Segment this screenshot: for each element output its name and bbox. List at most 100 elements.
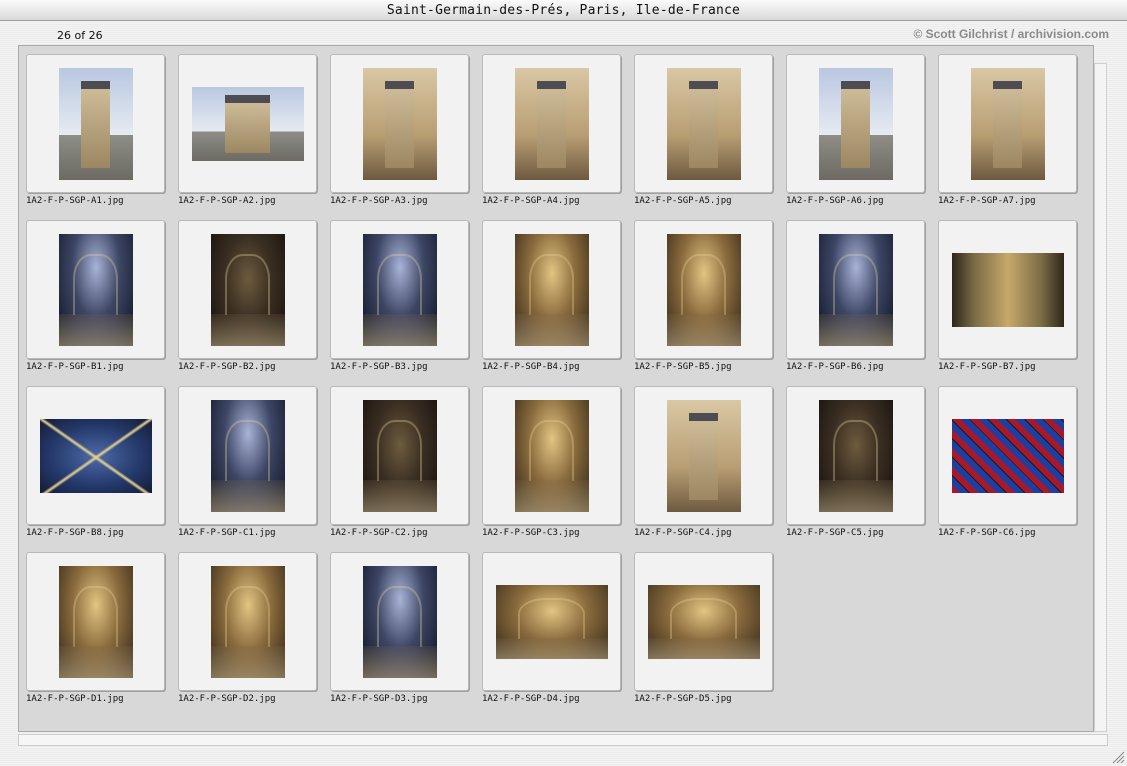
thumbnail-caption: 1A2-F-P-SGP-B6.jpg: [786, 362, 884, 372]
thumbnail-image[interactable]: [362, 233, 437, 346]
thumbnail-item[interactable]: 1A2-F-P-SGP-B2.jpg: [178, 220, 318, 380]
thumbnail-image[interactable]: [210, 233, 285, 346]
thumbnail-image[interactable]: [210, 565, 285, 678]
window-title: Saint-Germain-des-Prés, Paris, Ile-de-Fr…: [0, 0, 1127, 21]
thumbnail-item[interactable]: 1A2-F-P-SGP-C3.jpg: [482, 386, 622, 546]
thumbnail-item[interactable]: 1A2-F-P-SGP-B4.jpg: [482, 220, 622, 380]
thumbnail-frame[interactable]: [482, 220, 621, 359]
thumbnail-frame[interactable]: [26, 386, 165, 525]
thumbnail-frame[interactable]: [786, 220, 925, 359]
thumbnail-item[interactable]: 1A2-F-P-SGP-A1.jpg: [26, 54, 166, 214]
thumbnail-caption: 1A2-F-P-SGP-B7.jpg: [938, 362, 1036, 372]
thumbnail-caption: 1A2-F-P-SGP-A7.jpg: [938, 196, 1036, 206]
thumbnail-item[interactable]: 1A2-F-P-SGP-D3.jpg: [330, 552, 470, 712]
thumbnail-item[interactable]: 1A2-F-P-SGP-A6.jpg: [786, 54, 926, 214]
thumbnail-frame[interactable]: [786, 386, 925, 525]
thumbnail-item[interactable]: 1A2-F-P-SGP-D2.jpg: [178, 552, 318, 712]
thumbnail-image[interactable]: [210, 399, 285, 512]
thumbnail-item[interactable]: 1A2-F-P-SGP-A5.jpg: [634, 54, 774, 214]
thumbnail-image[interactable]: [58, 67, 133, 180]
thumbnail-image[interactable]: [495, 584, 608, 659]
thumbnail-item[interactable]: 1A2-F-P-SGP-D5.jpg: [634, 552, 774, 712]
thumbnail-frame[interactable]: [482, 552, 621, 691]
thumbnail-image[interactable]: [39, 418, 152, 493]
horizontal-scrollbar[interactable]: [18, 734, 1108, 746]
thumbnail-item[interactable]: 1A2-F-P-SGP-B7.jpg: [938, 220, 1078, 380]
thumbnail-item[interactable]: 1A2-F-P-SGP-C6.jpg: [938, 386, 1078, 546]
thumbnail-caption: 1A2-F-P-SGP-C3.jpg: [482, 528, 580, 538]
thumbnail-frame[interactable]: [786, 54, 925, 193]
thumbnail-image[interactable]: [362, 565, 437, 678]
thumbnail-frame[interactable]: [178, 54, 317, 193]
thumbnail-caption: 1A2-F-P-SGP-A2.jpg: [178, 196, 276, 206]
thumbnail-frame[interactable]: [178, 386, 317, 525]
thumbnail-frame[interactable]: [938, 54, 1077, 193]
thumbnail-item[interactable]: 1A2-F-P-SGP-A3.jpg: [330, 54, 470, 214]
thumbnail-frame[interactable]: [178, 552, 317, 691]
thumbnail-caption: 1A2-F-P-SGP-B4.jpg: [482, 362, 580, 372]
thumbnail-image[interactable]: [514, 233, 589, 346]
thumbnail-image[interactable]: [818, 233, 893, 346]
thumbnail-caption: 1A2-F-P-SGP-B1.jpg: [26, 362, 124, 372]
thumbnail-frame[interactable]: [482, 54, 621, 193]
thumbnail-frame[interactable]: [634, 552, 773, 691]
credit-text: © Scott Gilchrist / archivision.com: [913, 27, 1109, 41]
image-count: 26 of 26: [57, 29, 103, 42]
thumbnail-item[interactable]: 1A2-F-P-SGP-A7.jpg: [938, 54, 1078, 214]
thumbnail-caption: 1A2-F-P-SGP-B5.jpg: [634, 362, 732, 372]
thumbnail-image[interactable]: [970, 67, 1045, 180]
thumbnail-frame[interactable]: [330, 386, 469, 525]
thumbnail-image[interactable]: [58, 233, 133, 346]
thumbnail-frame[interactable]: [938, 386, 1077, 525]
thumbnail-frame[interactable]: [634, 220, 773, 359]
thumbnail-frame[interactable]: [482, 386, 621, 525]
thumbnail-frame[interactable]: [330, 220, 469, 359]
thumbnail-caption: 1A2-F-P-SGP-B2.jpg: [178, 362, 276, 372]
thumbnail-image[interactable]: [191, 86, 304, 161]
thumbnail-item[interactable]: 1A2-F-P-SGP-A4.jpg: [482, 54, 622, 214]
thumbnail-item[interactable]: 1A2-F-P-SGP-B5.jpg: [634, 220, 774, 380]
thumbnail-item[interactable]: 1A2-F-P-SGP-B8.jpg: [26, 386, 166, 546]
thumbnail-image[interactable]: [514, 67, 589, 180]
thumbnail-image[interactable]: [514, 399, 589, 512]
thumbnail-item[interactable]: 1A2-F-P-SGP-D1.jpg: [26, 552, 166, 712]
thumbnail-item[interactable]: 1A2-F-P-SGP-B3.jpg: [330, 220, 470, 380]
thumbnail-caption: 1A2-F-P-SGP-D1.jpg: [26, 694, 124, 704]
thumbnail-frame[interactable]: [330, 54, 469, 193]
thumbnail-grid: 1A2-F-P-SGP-A1.jpg 1A2-F-P-SGP-A2.jpg 1A2-…: [26, 54, 1086, 714]
thumbnail-item[interactable]: 1A2-F-P-SGP-D4.jpg: [482, 552, 622, 712]
thumbnail-frame[interactable]: [26, 552, 165, 691]
thumbnail-frame[interactable]: [178, 220, 317, 359]
thumbnail-frame[interactable]: [26, 54, 165, 193]
thumbnail-frame[interactable]: [330, 552, 469, 691]
thumbnail-caption: 1A2-F-P-SGP-D2.jpg: [178, 694, 276, 704]
thumbnail-image[interactable]: [362, 399, 437, 512]
resize-grip-icon[interactable]: [1111, 750, 1125, 764]
thumbnail-item[interactable]: 1A2-F-P-SGP-B1.jpg: [26, 220, 166, 380]
thumbnail-frame[interactable]: [634, 54, 773, 193]
thumbnail-frame[interactable]: [26, 220, 165, 359]
thumbnail-item[interactable]: 1A2-F-P-SGP-C4.jpg: [634, 386, 774, 546]
thumbnail-item[interactable]: 1A2-F-P-SGP-C2.jpg: [330, 386, 470, 546]
thumbnail-caption: 1A2-F-P-SGP-D4.jpg: [482, 694, 580, 704]
thumbnail-image[interactable]: [951, 418, 1064, 493]
thumbnail-image[interactable]: [666, 67, 741, 180]
thumbnail-caption: 1A2-F-P-SGP-C6.jpg: [938, 528, 1036, 538]
thumbnail-image[interactable]: [951, 252, 1064, 327]
thumbnail-image[interactable]: [647, 584, 760, 659]
thumbnail-item[interactable]: 1A2-F-P-SGP-A2.jpg: [178, 54, 318, 214]
thumbnail-item[interactable]: 1A2-F-P-SGP-B6.jpg: [786, 220, 926, 380]
thumbnail-item[interactable]: 1A2-F-P-SGP-C1.jpg: [178, 386, 318, 546]
thumbnail-image[interactable]: [58, 565, 133, 678]
thumbnail-image[interactable]: [818, 67, 893, 180]
thumbnail-image[interactable]: [666, 399, 741, 512]
thumbnail-caption: 1A2-F-P-SGP-C5.jpg: [786, 528, 884, 538]
thumbnail-item[interactable]: 1A2-F-P-SGP-C5.jpg: [786, 386, 926, 546]
thumbnail-frame[interactable]: [938, 220, 1077, 359]
vertical-scrollbar[interactable]: [1094, 63, 1107, 732]
thumbnail-image[interactable]: [818, 399, 893, 512]
thumbnail-frame[interactable]: [634, 386, 773, 525]
thumbnail-image[interactable]: [362, 67, 437, 180]
thumbnail-caption: 1A2-F-P-SGP-D5.jpg: [634, 694, 732, 704]
thumbnail-image[interactable]: [666, 233, 741, 346]
